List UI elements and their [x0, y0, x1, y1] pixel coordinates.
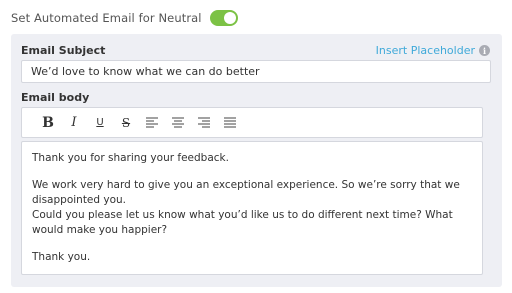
automated-email-row: Set Automated Email for Neutral	[11, 9, 238, 27]
toggle-knob	[223, 12, 236, 24]
email-body-editor[interactable]: Thank you for sharing your feedback. We …	[21, 141, 483, 275]
email-subject-input[interactable]	[21, 60, 491, 83]
body-paragraph: We work very hard to give you an excepti…	[32, 179, 460, 206]
automated-email-toggle[interactable]	[209, 10, 238, 26]
insert-placeholder-label: Insert Placeholder	[375, 44, 475, 57]
align-right-icon	[198, 117, 210, 128]
email-subject-label: Email Subject	[21, 44, 106, 57]
italic-icon: I	[71, 115, 77, 130]
body-paragraph: Could you please let us know what you’d …	[32, 209, 453, 236]
email-settings-panel: Email Subject Insert Placeholder i Email…	[11, 34, 502, 287]
underline-button[interactable]: U	[87, 112, 113, 134]
align-left-icon	[146, 117, 158, 128]
justify-icon	[224, 117, 236, 128]
automated-email-label: Set Automated Email for Neutral	[11, 11, 202, 25]
info-icon[interactable]: i	[479, 45, 490, 56]
body-paragraph: Thank you.	[32, 251, 91, 263]
align-left-button[interactable]	[139, 112, 165, 134]
justify-button[interactable]	[217, 112, 243, 134]
email-body-label: Email body	[21, 91, 90, 104]
align-center-button[interactable]	[165, 112, 191, 134]
editor-toolbar: B I U S	[21, 107, 483, 138]
strikethrough-button[interactable]: S	[113, 112, 139, 134]
bold-icon: B	[42, 114, 54, 131]
italic-button[interactable]: I	[61, 112, 87, 134]
strikethrough-icon: S	[121, 115, 131, 130]
body-paragraph: Thank you for sharing your feedback.	[32, 152, 229, 164]
bold-button[interactable]: B	[35, 112, 61, 134]
underline-icon: U	[96, 117, 104, 128]
align-center-icon	[172, 117, 184, 128]
align-right-button[interactable]	[191, 112, 217, 134]
insert-placeholder-link[interactable]: Insert Placeholder i	[376, 44, 490, 57]
